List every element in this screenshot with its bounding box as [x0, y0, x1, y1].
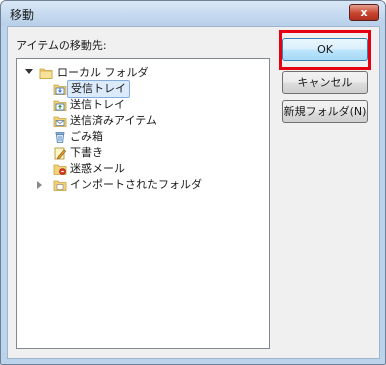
imported-folder-icon [53, 180, 67, 191]
tree-root-label: ローカル フォルダ [57, 66, 149, 79]
collapsed-arrow-icon[interactable] [37, 181, 42, 189]
drafts-icon [54, 147, 66, 160]
tree-item-label: 下書き [70, 146, 103, 159]
inbox-icon [53, 84, 67, 95]
ok-button-highlight [279, 30, 371, 70]
tree-item-inbox[interactable]: 受信トレイ [37, 80, 237, 98]
dialog-title: 移動 [10, 8, 35, 22]
tree-item-label: 受信トレイ [67, 80, 130, 98]
title-bar[interactable]: 移動 x [1, 1, 385, 25]
folder-icon [39, 68, 53, 79]
outbox-icon [53, 100, 67, 111]
junk-mail-icon [53, 164, 67, 175]
close-icon: x [360, 6, 368, 19]
dialog-body: アイテムの移動先: ローカル フォルダ 受信トレイ 送信トレイ 送信済みアイテム… [7, 26, 380, 359]
tree-item-label: ごみ箱 [70, 130, 103, 143]
tree-item-drafts[interactable]: 下書き [37, 145, 237, 161]
tree-item-label: インポートされたフォルダ [70, 178, 202, 191]
destination-label: アイテムの移動先: [16, 39, 107, 52]
new-folder-button[interactable]: 新規フォルダ(N) [282, 100, 368, 123]
cancel-button[interactable]: キャンセル [282, 71, 368, 94]
trash-icon [55, 132, 65, 143]
close-button[interactable]: x [349, 4, 379, 21]
move-dialog: 移動 x アイテムの移動先: ローカル フォルダ 受信トレイ 送信トレイ 送信済… [0, 0, 386, 365]
tree-item-trash[interactable]: ごみ箱 [37, 129, 237, 145]
tree-item-junk-mail[interactable]: 迷惑メール [37, 161, 237, 177]
tree-item-imported-folders[interactable]: インポートされたフォルダ [37, 177, 257, 193]
tree-item-sent-items[interactable]: 送信済みアイテム [37, 113, 237, 129]
tree-item-label: 送信トレイ [70, 98, 125, 111]
folder-tree[interactable]: ローカル フォルダ 受信トレイ 送信トレイ 送信済みアイテム ごみ箱 下書き 迷… [16, 58, 270, 349]
tree-item-label: 迷惑メール [70, 162, 125, 175]
tree-item-outbox[interactable]: 送信トレイ [37, 97, 237, 113]
tree-item-label: 送信済みアイテム [70, 114, 157, 127]
tree-root-local-folders[interactable]: ローカル フォルダ [21, 65, 261, 81]
expanded-arrow-icon[interactable] [25, 69, 33, 74]
sent-items-icon [53, 116, 67, 127]
